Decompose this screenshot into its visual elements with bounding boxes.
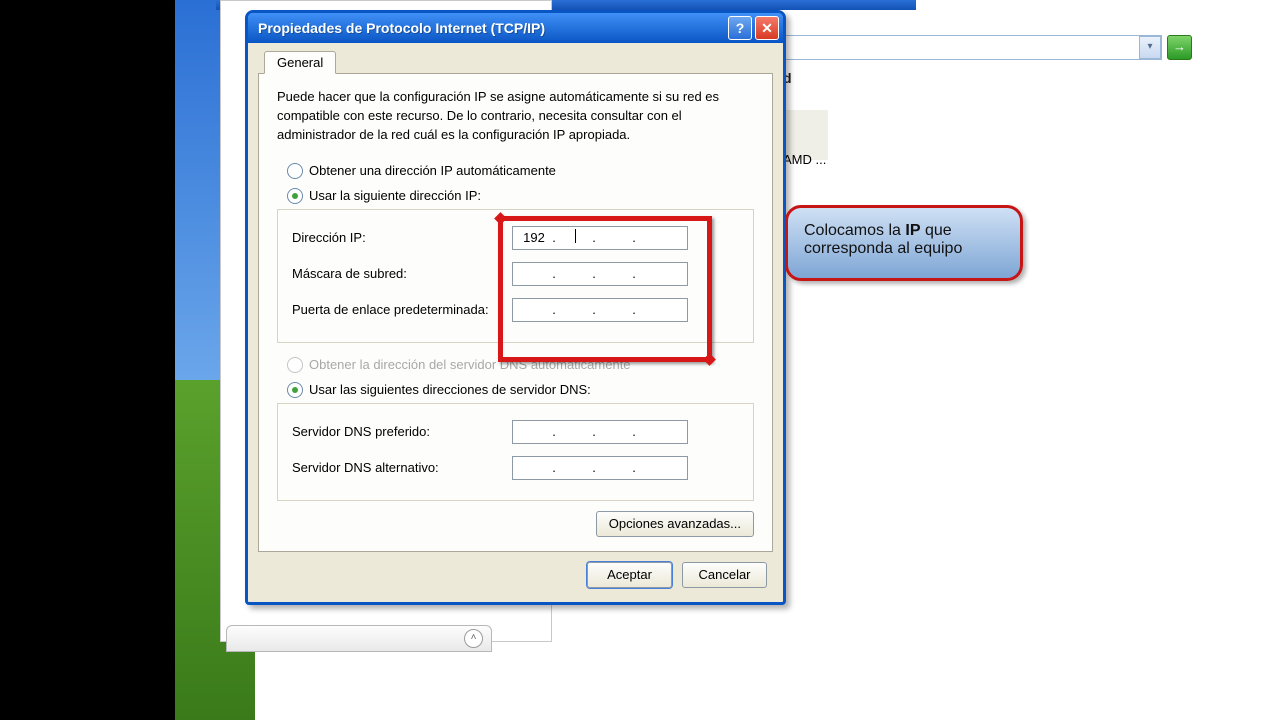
ok-button[interactable]: Aceptar xyxy=(587,562,672,588)
radio-obtain-ip-auto[interactable] xyxy=(287,163,303,179)
expand-chevron-icon[interactable]: ˄ xyxy=(464,629,483,648)
ip-address-label: Dirección IP: xyxy=(292,230,512,245)
callout-text-bold: IP xyxy=(905,222,920,239)
tcpip-properties-dialog: Propiedades de Protocolo Internet (TCP/I… xyxy=(245,10,786,605)
radio-use-dns[interactable] xyxy=(287,382,303,398)
go-button[interactable]: → xyxy=(1167,35,1192,60)
subnet-mask-label: Máscara de subred: xyxy=(292,266,512,281)
background-device-label: AMD ... xyxy=(783,152,826,167)
tab-general[interactable]: General xyxy=(264,51,336,74)
description-text: Puede hacer que la configuración IP se a… xyxy=(277,88,754,145)
advanced-options-button[interactable]: Opciones avanzadas... xyxy=(596,511,754,537)
close-button[interactable]: ✕ xyxy=(755,16,779,40)
tab-strip: General xyxy=(258,49,773,74)
gateway-label: Puerta de enlace predeterminada: xyxy=(292,302,512,317)
ip-address-input[interactable]: 192. . . xyxy=(512,226,688,250)
dns-group: Servidor DNS preferido: . . . Servidor D… xyxy=(277,403,754,501)
dns-alt-input[interactable]: . . . xyxy=(512,456,688,480)
radio-use-ip-label: Usar la siguiente dirección IP: xyxy=(309,188,481,203)
cancel-button[interactable]: Cancelar xyxy=(682,562,767,588)
collapsed-panel[interactable]: ˄ xyxy=(226,625,492,652)
radio-obtain-dns-auto-label: Obtener la dirección del servidor DNS au… xyxy=(309,357,631,372)
radio-use-ip[interactable] xyxy=(287,188,303,204)
radio-obtain-ip-auto-label: Obtener una dirección IP automáticamente xyxy=(309,163,556,178)
radio-obtain-dns-auto xyxy=(287,357,303,373)
dns-alt-label: Servidor DNS alternativo: xyxy=(292,460,512,475)
dialog-title: Propiedades de Protocolo Internet (TCP/I… xyxy=(258,20,545,36)
dns-preferred-input[interactable]: . . . xyxy=(512,420,688,444)
radio-use-dns-label: Usar las siguientes direcciones de servi… xyxy=(309,382,591,397)
ip-octet-1[interactable]: 192 xyxy=(517,230,551,245)
tutorial-callout: Colocamos la IP que corresponda al equip… xyxy=(785,205,1023,281)
address-select-chevron-icon[interactable]: ▾ xyxy=(1139,36,1161,59)
dns-preferred-label: Servidor DNS preferido: xyxy=(292,424,512,439)
dialog-titlebar[interactable]: Propiedades de Protocolo Internet (TCP/I… xyxy=(248,13,783,43)
subnet-mask-input[interactable]: . . . xyxy=(512,262,688,286)
callout-text-1: Colocamos la xyxy=(804,222,905,239)
ip-address-group: Dirección IP: 192. . . Máscara de subred… xyxy=(277,209,754,343)
ip-octet-2[interactable] xyxy=(557,229,591,246)
help-button[interactable]: ? xyxy=(728,16,752,40)
gateway-input[interactable]: . . . xyxy=(512,298,688,322)
